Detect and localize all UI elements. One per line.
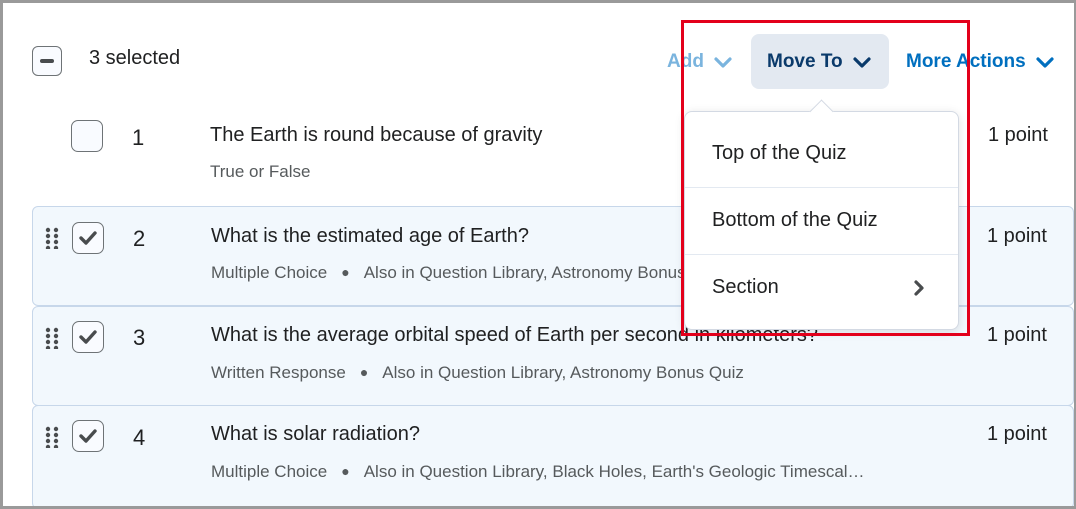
indeterminate-icon	[40, 59, 54, 63]
question-checkbox[interactable]	[72, 321, 104, 353]
question-type: Written Response	[211, 363, 346, 382]
move-to-label: Move To	[767, 50, 843, 72]
question-meta: Written Response ● Also in Question Librar…	[211, 363, 744, 383]
question-type: Multiple Choice	[211, 462, 328, 481]
question-meta: True or False	[210, 162, 310, 182]
checkmark-icon	[79, 231, 97, 245]
separator-dot: ●	[341, 264, 350, 280]
more-actions-button[interactable]: More Actions	[906, 34, 1054, 89]
question-type: True or False	[210, 162, 311, 181]
question-points: 1 point	[986, 423, 1047, 445]
question-also-in: Also in Question Library, Astronomy Bonu…	[382, 363, 744, 382]
selected-count: 3 selected	[89, 47, 181, 69]
move-to-button[interactable]: Move To	[751, 34, 889, 89]
question-number: 3	[133, 325, 146, 350]
more-actions-label: More Actions	[906, 50, 1026, 72]
chevron-right-icon	[914, 280, 924, 296]
question-also-in: Also in Question Library, Astronomy Bonu…	[363, 263, 726, 282]
chevron-down-icon	[1036, 56, 1054, 68]
checkmark-icon	[79, 330, 97, 344]
separator-dot: ●	[359, 364, 369, 380]
separator-dot: ●	[341, 463, 350, 479]
question-type: Multiple Choice	[211, 263, 328, 282]
question-also-in: Also in Question Library, Black Holes, E…	[363, 462, 865, 481]
question-number: 4	[133, 425, 146, 450]
question-points: 1 point	[986, 324, 1047, 346]
chevron-down-icon	[714, 56, 732, 68]
menu-item-label: Top of the Quiz	[712, 141, 847, 164]
menu-item-bottom-of-quiz[interactable]: Bottom of the Quiz	[685, 187, 958, 253]
question-meta: Multiple Choice ● Also in Question Library…	[211, 263, 725, 283]
question-checkbox[interactable]	[72, 420, 104, 452]
question-number: 1	[132, 125, 145, 150]
question-points: 1 point	[987, 124, 1048, 146]
select-all-checkbox[interactable]	[32, 46, 62, 76]
add-label: Add	[667, 50, 704, 72]
drag-handle-icon[interactable]	[45, 426, 59, 448]
add-button[interactable]: Add	[667, 34, 732, 89]
drag-handle-icon[interactable]	[45, 327, 59, 349]
menu-item-section[interactable]: Section	[685, 254, 958, 320]
menu-item-label: Section	[712, 276, 779, 298]
question-title[interactable]: What is solar radiation?	[211, 423, 420, 446]
question-title[interactable]: What is the estimated age of Earth?	[211, 225, 529, 248]
question-row[interactable]: 4 What is solar radiation? Multiple Choi…	[32, 405, 1074, 509]
question-meta: Multiple Choice ● Also in Question Library…	[211, 462, 865, 482]
question-number: 2	[133, 226, 146, 251]
checkmark-icon	[79, 429, 97, 443]
chevron-down-icon	[853, 56, 871, 68]
menu-item-label: Bottom of the Quiz	[712, 209, 878, 231]
question-title[interactable]: The Earth is round because of gravity	[210, 124, 542, 147]
drag-handle-icon[interactable]	[45, 227, 59, 249]
question-points: 1 point	[986, 225, 1047, 247]
question-checkbox[interactable]	[71, 120, 103, 152]
question-checkbox[interactable]	[72, 222, 104, 254]
menu-item-top-of-quiz[interactable]: Top of the Quiz	[685, 120, 958, 186]
move-to-dropdown-menu: Top of the Quiz Bottom of the Quiz Secti…	[684, 99, 959, 330]
